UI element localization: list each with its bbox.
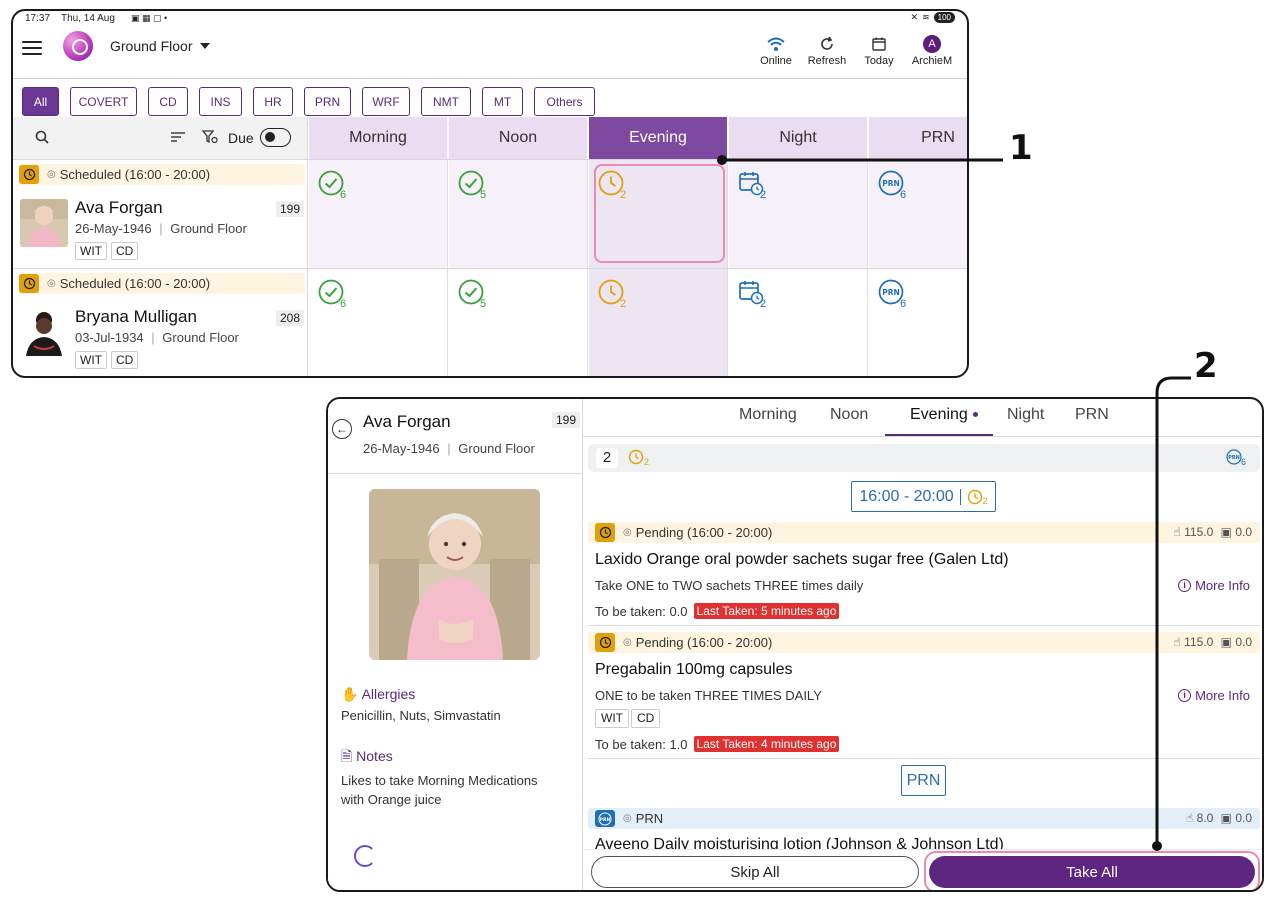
callout-dot-1 bbox=[717, 155, 727, 165]
callout-number-1: 1 bbox=[1009, 128, 1033, 168]
callout-number-2: 2 bbox=[1194, 346, 1218, 386]
callout-lines bbox=[717, 155, 1191, 851]
callout-dot-2 bbox=[1152, 841, 1162, 851]
callout-line-2 bbox=[1155, 376, 1191, 846]
